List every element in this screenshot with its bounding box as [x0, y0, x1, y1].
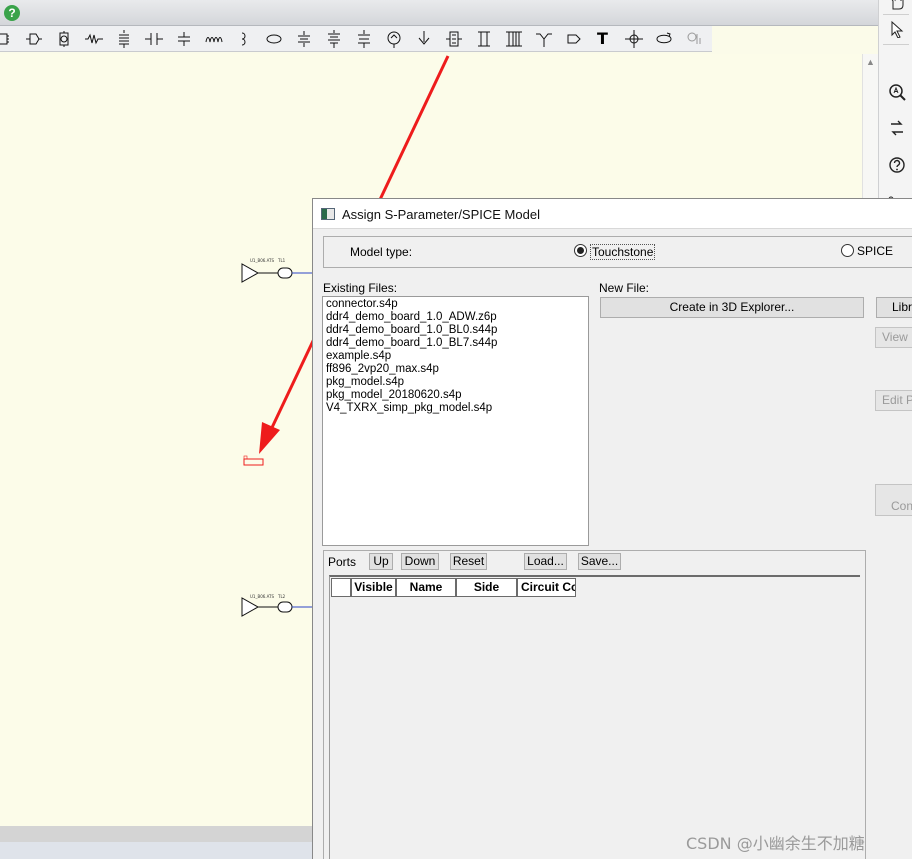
- app-window: ? T U1_B06.ATS TL1 U1_B06.ATS TL2 ▲ Assi…: [0, 0, 912, 859]
- scroll-up-icon[interactable]: ▲: [866, 57, 875, 67]
- small-cap-icon[interactable]: [175, 30, 193, 48]
- assign-model-dialog: Assign S-Parameter/SPICE Model Model typ…: [312, 198, 912, 859]
- port-reset-button[interactable]: Reset: [450, 553, 487, 570]
- create-3d-explorer-button[interactable]: Create in 3D Explorer...: [600, 297, 864, 318]
- resistor-icon[interactable]: [85, 30, 103, 48]
- file-item[interactable]: ff896_2vp20_max.s4p: [326, 363, 439, 375]
- probe-icon[interactable]: [385, 30, 403, 48]
- spice-radio[interactable]: [841, 244, 854, 257]
- file-item[interactable]: example.s4p: [326, 350, 391, 362]
- port-up-button[interactable]: Up: [369, 553, 393, 570]
- source-icon[interactable]: [295, 30, 313, 48]
- connector-icon[interactable]: [475, 30, 493, 48]
- bracket-icon[interactable]: [235, 30, 253, 48]
- panel-divider: [883, 44, 909, 45]
- grid-header-side[interactable]: Side: [456, 578, 517, 597]
- model-type-group: Model type: Touchstone SPICE: [323, 236, 912, 268]
- schematic-toolbar: T: [0, 26, 712, 52]
- help-icon[interactable]: ?: [4, 5, 20, 21]
- ports-group: Ports Up Down Reset Load... Save... Visi…: [323, 550, 866, 859]
- swap-icon[interactable]: [888, 119, 906, 137]
- ground-icon[interactable]: [325, 30, 343, 48]
- splitter-icon[interactable]: [535, 30, 553, 48]
- inductor-icon[interactable]: [115, 30, 133, 48]
- port-save-button[interactable]: Save...: [578, 553, 621, 570]
- new-file-label: New File:: [599, 281, 650, 295]
- connect-button[interactable]: Conn: [875, 484, 912, 516]
- file-item[interactable]: ddr4_demo_board_1.0_BL7.s44p: [326, 337, 497, 349]
- existing-files-list[interactable]: connector.s4p ddr4_demo_board_1.0_ADW.z6…: [322, 296, 589, 546]
- tag-icon[interactable]: [565, 30, 583, 48]
- grid-header-circuit-connection[interactable]: Circuit Co: [517, 578, 576, 597]
- existing-files-label: Existing Files:: [323, 281, 398, 295]
- status-strip: [0, 842, 312, 859]
- model-type-label: Model type:: [350, 245, 413, 259]
- tline-label-2: TL2: [278, 594, 286, 599]
- ellipse-icon[interactable]: [265, 30, 283, 48]
- coil-icon[interactable]: [205, 30, 223, 48]
- misc-tool-icon[interactable]: [685, 30, 703, 48]
- crosshair-icon[interactable]: [625, 30, 643, 48]
- dialog-app-icon: [321, 208, 335, 220]
- grid-header-name[interactable]: Name: [396, 578, 456, 597]
- file-item[interactable]: pkg_model_20180620.s4p: [326, 389, 462, 401]
- dialog-titlebar[interactable]: Assign S-Parameter/SPICE Model: [313, 199, 912, 229]
- watermark: CSDN @小幽余生不加糖: [686, 834, 865, 853]
- zoom-icon[interactable]: [888, 83, 906, 101]
- ports-label: Ports: [328, 555, 357, 569]
- edit-parameters-button[interactable]: Edit Pa: [875, 390, 912, 411]
- hand-icon[interactable]: [888, 0, 906, 10]
- dialog-title: Assign S-Parameter/SPICE Model: [342, 207, 540, 222]
- touchstone-radio[interactable]: [574, 244, 587, 257]
- file-item[interactable]: ddr4_demo_board_1.0_BL0.s44p: [326, 324, 497, 336]
- pointer-icon[interactable]: [888, 20, 906, 38]
- package-icon[interactable]: [55, 30, 73, 48]
- transistor-icon[interactable]: [445, 30, 463, 48]
- file-item[interactable]: V4_TXRX_simp_pkg_model.s4p: [326, 402, 492, 414]
- multi-connector-icon[interactable]: [505, 30, 523, 48]
- port-load-button[interactable]: Load...: [524, 553, 567, 570]
- canvas-horizontal-scrollbar[interactable]: [0, 826, 312, 842]
- question-icon[interactable]: [888, 156, 906, 174]
- touchstone-label[interactable]: Touchstone: [590, 244, 656, 260]
- panel-divider: [883, 14, 909, 15]
- diode-icon[interactable]: [355, 30, 373, 48]
- grid-corner-header: [331, 578, 351, 597]
- loop-icon[interactable]: [655, 30, 673, 48]
- file-item[interactable]: connector.s4p: [326, 298, 398, 310]
- component-icon[interactable]: [0, 30, 12, 48]
- text-tool-icon[interactable]: T: [597, 29, 608, 48]
- arrow-down-icon[interactable]: [415, 30, 433, 48]
- library-button[interactable]: Libra: [876, 297, 912, 318]
- capacitor-icon[interactable]: [145, 30, 163, 48]
- top-strip: ?: [0, 0, 878, 26]
- view-button[interactable]: View N: [875, 327, 912, 348]
- grid-header-visible[interactable]: Visible: [351, 578, 396, 597]
- spice-label[interactable]: SPICE: [857, 244, 893, 258]
- driver-label-2: U1_B06.ATS: [250, 594, 274, 599]
- file-item[interactable]: pkg_model.s4p: [326, 376, 404, 388]
- file-item[interactable]: ddr4_demo_board_1.0_ADW.z6p: [326, 311, 497, 323]
- ports-grid[interactable]: Visible Name Side Circuit Co: [329, 575, 860, 859]
- ic-icon[interactable]: [25, 30, 43, 48]
- port-down-button[interactable]: Down: [401, 553, 439, 570]
